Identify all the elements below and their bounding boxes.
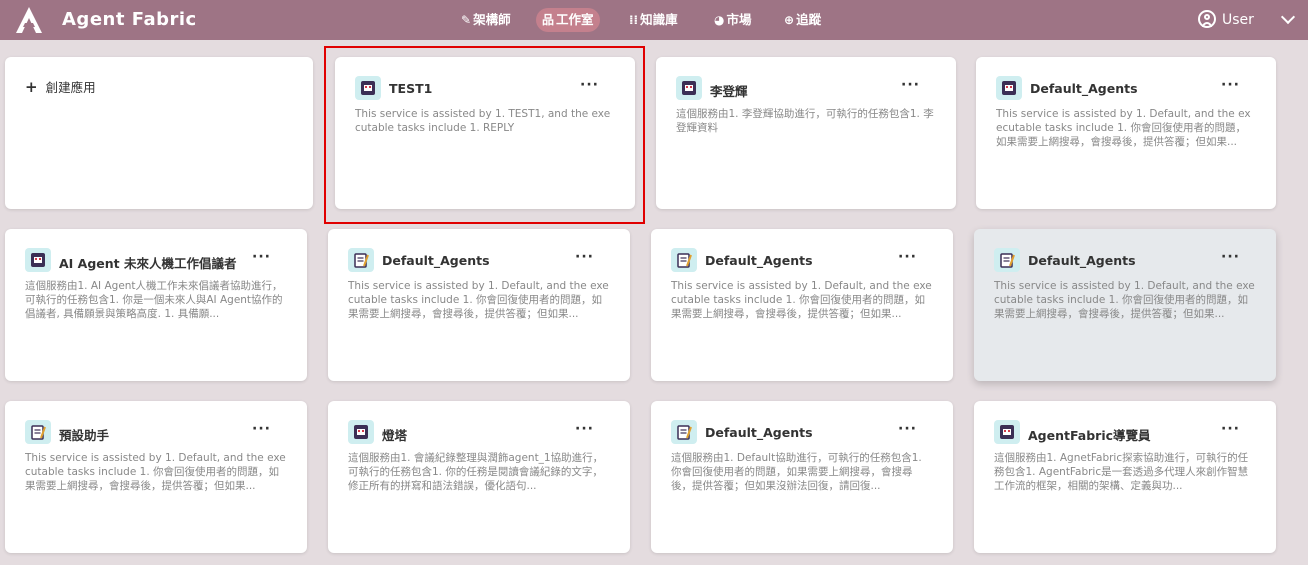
wand-icon: ✎ (461, 13, 472, 27)
app-title: Agent Fabric (62, 9, 197, 30)
app-card-title: Default_Agents (705, 253, 813, 268)
app-card[interactable]: AgentFabric導覽員 ··· 這個服務由1. AgnetFabric探索… (974, 401, 1276, 553)
app-card-title: 李登輝 (710, 84, 748, 99)
more-options-icon[interactable]: ··· (575, 250, 594, 264)
notepad-icon (348, 248, 374, 272)
app-card-description: This service is assisted by 1. Default, … (348, 280, 609, 320)
nav-market-label: 市場 (726, 12, 752, 27)
chevron-down-icon[interactable] (1280, 9, 1296, 25)
app-card[interactable]: Default_Agents ··· This service is assis… (974, 229, 1276, 381)
app-card-description: This service is assisted by 1. Default, … (994, 280, 1255, 320)
more-options-icon[interactable]: ··· (898, 422, 917, 436)
app-card[interactable]: Default_Agents ··· This service is assis… (976, 57, 1276, 209)
more-options-icon[interactable]: ··· (898, 250, 917, 264)
app-card[interactable]: Default_Agents ··· This service is assis… (651, 229, 953, 381)
robot-icon (994, 420, 1020, 444)
top-nav-bar: Agent Fabric ✎ 架構師 品工作室 ⁞⁞ 知識庫 ◕ 市場 ⊕ 追蹤 Use… (0, 0, 1308, 40)
nav-studio[interactable]: 品工作室 (536, 8, 600, 32)
app-card-title: Default_Agents (1030, 81, 1138, 96)
app-card-description: 這個服務由1. 李登輝協助進行，可執行的任務包含1. 李登輝資料 (676, 108, 934, 134)
nav-knowledge-base[interactable]: ⁞⁞ 知識庫 (623, 8, 684, 32)
nav-tracking-label: 追蹤 (796, 12, 822, 27)
app-card-title: AgentFabric導覽員 (1028, 428, 1151, 443)
app-card-description: 這個服務由1. 會議紀錄整理與潤飾agent_1協助進行，可執行的任務包含1. … (348, 452, 604, 492)
app-card[interactable]: AI Agent 未來人機工作倡議者 ··· 這個服務由1. AI Agent人… (5, 229, 307, 381)
more-options-icon[interactable]: ··· (1221, 78, 1240, 92)
more-options-icon[interactable]: ··· (252, 422, 271, 436)
app-card[interactable]: 燈塔 ··· 這個服務由1. 會議紀錄整理與潤飾agent_1協助進行，可執行的… (328, 401, 630, 553)
notepad-icon (25, 420, 51, 444)
robot-icon (676, 76, 702, 100)
more-options-icon[interactable]: ··· (575, 422, 594, 436)
more-options-icon[interactable]: ··· (1221, 250, 1240, 264)
grid-icon: ⁞⁞ (629, 13, 639, 27)
user-menu[interactable]: User (1198, 8, 1254, 32)
nav-knowledge-base-label: 知識庫 (640, 12, 678, 27)
create-app-card[interactable]: + 創建應用 (5, 57, 313, 209)
agent-fabric-logo[interactable] (14, 6, 44, 34)
nav-architect-label: 架構師 (473, 12, 511, 27)
app-card-description: This service is assisted by 1. Default, … (671, 280, 932, 320)
app-card-title: 預設助手 (59, 428, 110, 443)
app-card-description: 這個服務由1. AgnetFabric探索協助進行，可執行的任務包含1. Age… (994, 452, 1249, 492)
create-app-button[interactable]: + 創建應用 (25, 77, 96, 96)
robot-icon (348, 420, 374, 444)
app-card-title: Default_Agents (382, 253, 490, 268)
app-card-title: 燈塔 (382, 428, 408, 443)
search-icon: ⊕ (784, 13, 795, 27)
user-avatar-icon (1198, 10, 1216, 28)
selection-highlight (324, 46, 645, 224)
nav-studio-label: 工作室 (556, 12, 594, 27)
robot-icon (25, 248, 51, 272)
workshop-icon: 品 (542, 13, 555, 27)
app-card-title: AI Agent 未來人機工作倡議者 (59, 256, 237, 271)
nav-market[interactable]: ◕ 市場 (708, 8, 758, 32)
more-options-icon[interactable]: ··· (252, 250, 271, 264)
robot-icon (996, 76, 1022, 100)
nav-architect[interactable]: ✎ 架構師 (455, 8, 517, 32)
app-card[interactable]: Default_Agents ··· 這個服務由1. Default協助進行，可… (651, 401, 953, 553)
app-card-description: 這個服務由1. AI Agent人機工作未來倡議者協助進行，可執行的任務包含1.… (25, 280, 283, 320)
notepad-icon (671, 248, 697, 272)
app-card-description: This service is assisted by 1. Default, … (996, 108, 1251, 148)
user-label: User (1222, 12, 1254, 28)
app-card-description: This service is assisted by 1. Default, … (25, 452, 286, 492)
app-card-title: Default_Agents (1028, 253, 1136, 268)
notepad-icon (994, 248, 1020, 272)
nav-tracking[interactable]: ⊕ 追蹤 (778, 8, 827, 32)
plus-icon: + (25, 78, 38, 96)
more-options-icon[interactable]: ··· (1221, 422, 1240, 436)
more-options-icon[interactable]: ··· (901, 78, 920, 92)
app-card-description: 這個服務由1. Default協助進行，可執行的任務包含1. 你會回復使用者的問… (671, 452, 922, 492)
notepad-icon (671, 420, 697, 444)
globe-icon: ◕ (714, 13, 725, 27)
app-card[interactable]: 預設助手 ··· This service is assisted by 1. … (5, 401, 307, 553)
app-card[interactable]: Default_Agents ··· This service is assis… (328, 229, 630, 381)
app-card[interactable]: 李登輝 ··· 這個服務由1. 李登輝協助進行，可執行的任務包含1. 李登輝資料 (656, 57, 956, 209)
create-app-label: 創建應用 (45, 80, 96, 95)
app-card-title: Default_Agents (705, 425, 813, 440)
